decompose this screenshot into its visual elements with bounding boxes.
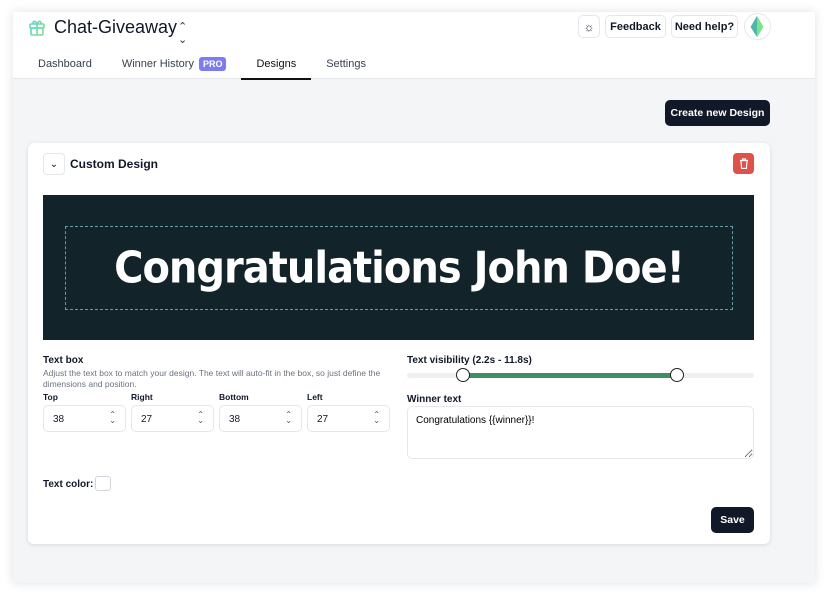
value: 27 [317, 414, 329, 425]
pro-badge: PRO [198, 57, 227, 71]
chevron-down-icon[interactable]: ⌄ [43, 153, 65, 175]
value: 38 [229, 414, 241, 425]
trash-icon [739, 158, 748, 169]
stepper-icon[interactable]: ⌃ ⌄ [373, 411, 380, 425]
app-window: Chat-Giveaway ⌃ ⌄ Dashboard Winner Histor… [13, 12, 815, 583]
right-label: Right [131, 392, 153, 402]
design-name: Custom Design [70, 157, 159, 171]
stepper-icon[interactable]: ⌃ ⌄ [285, 411, 292, 425]
tab-settings[interactable]: Settings [311, 50, 381, 80]
tab-dashboard[interactable]: Dashboard [23, 50, 107, 80]
avatar[interactable] [744, 13, 771, 40]
slider-end-handle[interactable] [670, 368, 685, 382]
text-box-help: Adjust the text box to match your design… [43, 368, 381, 389]
left-input[interactable]: 27 ⌃ ⌄ [307, 405, 390, 432]
tab-label: Designs [256, 58, 297, 70]
sun-icon: ☼ [583, 19, 595, 34]
tab-designs[interactable]: Designs [241, 50, 311, 80]
top-input[interactable]: 38 ⌃ ⌄ [43, 405, 126, 432]
value: 27 [141, 414, 153, 425]
crystal-icon [750, 15, 764, 38]
tab-label: Winner History [121, 58, 194, 70]
app-title: Chat-Giveaway [54, 17, 178, 37]
winner-text-input[interactable]: Congratulations {{winner}}! [407, 406, 754, 459]
nav-tabs: Dashboard Winner History PRO Designs Sett… [23, 50, 381, 80]
need-help-button[interactable]: Need help? [671, 15, 738, 38]
top-label: Top [43, 392, 58, 402]
create-design-button[interactable]: Create new Design [665, 100, 770, 126]
left-label: Left [307, 392, 323, 402]
right-input[interactable]: 27 ⌃ ⌄ [131, 405, 214, 432]
slider-range [463, 373, 678, 378]
feedback-button[interactable]: Feedback [605, 15, 666, 38]
gift-icon [29, 20, 45, 36]
stepper-icon[interactable]: ⌃ ⌄ [197, 411, 204, 425]
text-box-label: Text box [43, 355, 84, 366]
design-preview: Congratulations John Doe! [43, 195, 754, 340]
visibility-label: Text visibility (2.2s - 11.8s) [407, 355, 532, 366]
text-color-swatch[interactable] [95, 476, 111, 491]
text-color-label: Text color: [43, 479, 94, 490]
value: 38 [53, 414, 65, 425]
bottom-label: Bottom [219, 392, 249, 402]
theme-toggle-button[interactable]: ☼ [578, 15, 600, 38]
chevron-up-down-icon[interactable]: ⌃ ⌄ [178, 20, 187, 46]
tab-label: Dashboard [38, 58, 92, 70]
tab-label: Settings [326, 58, 366, 70]
tab-winner-history[interactable]: Winner History PRO [107, 50, 242, 80]
slider-start-handle[interactable] [456, 368, 471, 382]
delete-button[interactable] [733, 153, 754, 174]
visibility-slider[interactable] [407, 368, 754, 382]
text-box-outline[interactable]: Congratulations John Doe! [65, 226, 733, 310]
preview-text: Congratulations John Doe! [114, 242, 685, 294]
stepper-icon[interactable]: ⌃ ⌄ [109, 411, 116, 425]
winner-text-label: Winner text [407, 394, 462, 405]
bottom-input[interactable]: 38 ⌃ ⌄ [219, 405, 302, 432]
save-button[interactable]: Save [711, 507, 754, 533]
header: Chat-Giveaway ⌃ ⌄ Dashboard Winner Histor… [13, 12, 815, 80]
design-card: ⌄ Custom Design Congratulations John Doe… [28, 143, 770, 544]
